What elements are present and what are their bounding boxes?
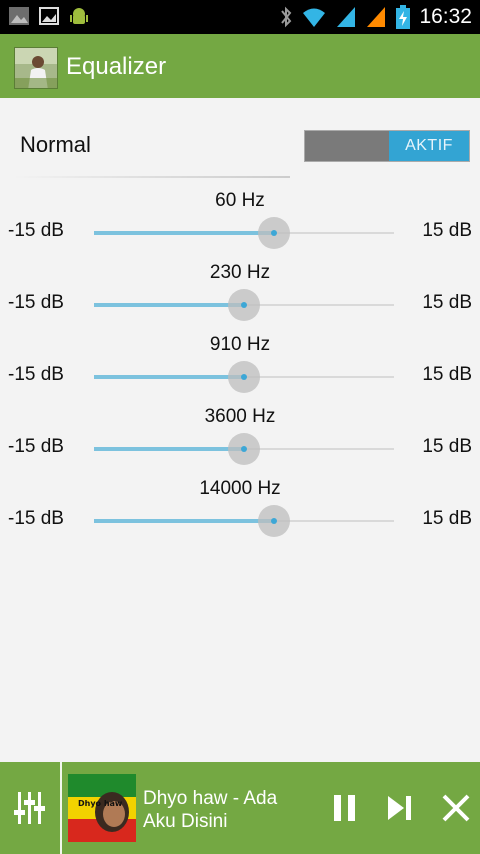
band-row: 14000 Hz -15 dB 15 dB	[0, 478, 480, 550]
slider-thumb-dot	[241, 446, 247, 452]
divider	[14, 176, 290, 178]
close-button[interactable]	[436, 788, 476, 828]
clock: 16:32	[419, 5, 472, 28]
band-max-label: 15 dB	[422, 364, 472, 385]
song-title[interactable]: Dhyo haw - Ada Aku Disini	[143, 787, 313, 833]
band-min-label: -15 dB	[8, 220, 64, 241]
wifi-icon	[303, 8, 326, 27]
band-max-label: 15 dB	[422, 292, 472, 313]
album-art-image: Dhyo haw	[68, 774, 136, 842]
now-playing-bar[interactable]: Dhyo haw Dhyo haw - Ada Aku Disini	[0, 762, 480, 854]
slider-fill	[94, 375, 244, 379]
equalizer-sliders-icon	[14, 792, 45, 824]
next-button[interactable]	[380, 788, 420, 828]
slider-thumb-dot	[241, 374, 247, 380]
slider-fill	[94, 231, 274, 235]
preset-name[interactable]: Normal	[20, 132, 91, 158]
slider-thumb-dot	[241, 302, 247, 308]
band-frequency: 3600 Hz	[204, 406, 276, 427]
band-min-label: -15 dB	[8, 292, 64, 313]
equalizer-toggle[interactable]: AKTIF	[304, 130, 470, 162]
battery-charging-icon	[396, 5, 411, 29]
slider-fill	[94, 447, 244, 451]
system-icons: 16:32	[279, 4, 472, 30]
band-max-label: 15 dB	[422, 508, 472, 529]
notification-icons	[8, 5, 90, 27]
slider-thumb[interactable]	[228, 289, 260, 321]
equalizer-button[interactable]	[0, 762, 60, 854]
band-min-label: -15 dB	[8, 508, 64, 529]
slider-thumb-dot	[271, 230, 277, 236]
slider-fill	[94, 303, 244, 307]
band-slider[interactable]	[94, 433, 394, 465]
status-bar: 16:32	[0, 0, 480, 34]
app-icon[interactable]	[14, 47, 58, 89]
band-row: 60 Hz -15 dB 15 dB	[0, 190, 480, 262]
band-row: 230 Hz -15 dB 15 dB	[0, 262, 480, 334]
signal-icon-2	[367, 7, 386, 27]
band-slider[interactable]	[94, 505, 394, 537]
image-notification-icon	[39, 7, 59, 25]
close-icon	[442, 794, 470, 822]
band-row: 3600 Hz -15 dB 15 dB	[0, 406, 480, 478]
pause-button[interactable]	[325, 788, 365, 828]
app-photo-icon	[15, 48, 57, 88]
bluetooth-icon	[281, 6, 292, 28]
slider-thumb[interactable]	[228, 361, 260, 393]
band-slider[interactable]	[94, 361, 394, 393]
toggle-on-label: AKTIF	[389, 131, 469, 161]
slider-thumb[interactable]	[228, 433, 260, 465]
album-art[interactable]: Dhyo haw	[68, 774, 136, 842]
skip-next-icon	[388, 796, 411, 820]
band-slider[interactable]	[94, 217, 394, 249]
band-min-label: -15 dB	[8, 436, 64, 457]
gallery-notification-icon	[9, 7, 29, 25]
slider-thumb[interactable]	[258, 217, 290, 249]
album-art-text: Dhyo haw	[78, 799, 123, 808]
slider-thumb[interactable]	[258, 505, 290, 537]
android-debug-icon	[70, 8, 88, 24]
pause-icon	[334, 795, 355, 821]
app-title: Equalizer	[66, 53, 167, 80]
band-frequency: 910 Hz	[209, 334, 271, 355]
band-max-label: 15 dB	[422, 220, 472, 241]
slider-fill	[94, 519, 274, 523]
action-bar: Equalizer	[0, 34, 480, 98]
band-min-label: -15 dB	[8, 364, 64, 385]
slider-thumb-dot	[271, 518, 277, 524]
signal-icon-1	[337, 7, 356, 27]
player-separator	[60, 762, 62, 854]
band-max-label: 15 dB	[422, 436, 472, 457]
band-slider[interactable]	[94, 289, 394, 321]
band-row: 910 Hz -15 dB 15 dB	[0, 334, 480, 406]
band-frequency: 14000 Hz	[199, 478, 281, 499]
band-frequency: 230 Hz	[209, 262, 271, 283]
band-frequency: 60 Hz	[215, 190, 265, 211]
